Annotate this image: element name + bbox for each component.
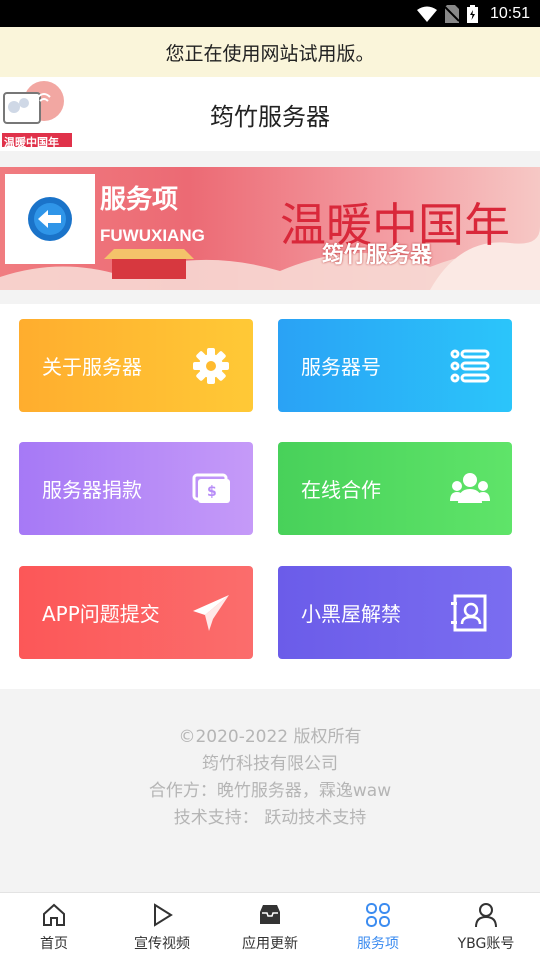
home-icon <box>43 903 65 926</box>
inbox-icon <box>260 905 280 924</box>
money-icon: $ <box>192 473 230 503</box>
page-footer: ©2020-2022 版权所有 筠竹科技有限公司 合作方：晚竹服务器，霖逸waw… <box>0 689 540 889</box>
tab-label: 宣传视频 <box>134 936 190 952</box>
service-banner: 服务项 FUWUXIANG 温暖中国年 筠竹服务器 <box>0 167 540 290</box>
app-header: 筠竹服务器 温暖中国年 <box>0 77 540 151</box>
clock: 10:51 <box>489 4 530 22</box>
logo-text: 温暖中国年 <box>4 136 59 149</box>
tile-label: 关于服务器 <box>42 355 142 379</box>
banner-title: 服务项 <box>100 185 179 215</box>
user-icon <box>475 903 497 928</box>
back-button[interactable] <box>5 174 95 264</box>
no-sim-icon <box>444 4 459 23</box>
trial-notice: 您正在使用网站试用版。 <box>0 27 540 77</box>
blacklist-unban-tile[interactable]: 小黑屋解禁 <box>278 566 512 659</box>
paper-plane-icon <box>193 595 229 631</box>
online-cooperation-tile[interactable]: 在线合作 <box>278 442 512 535</box>
tab-ybg-account[interactable]: YBG账号 <box>432 893 540 961</box>
about-server-tile[interactable]: 关于服务器 <box>19 319 253 412</box>
banner-brand: 筠竹服务器 <box>322 243 433 268</box>
app-issue-submit-tile[interactable]: APP问题提交 <box>19 566 253 659</box>
banner-heading: 服务项 FUWUXIANG <box>100 179 205 246</box>
back-arrow-icon <box>28 197 72 241</box>
tab-label: YBG账号 <box>457 936 515 952</box>
play-icon <box>154 903 173 927</box>
tile-label: APP问题提交 <box>42 602 160 626</box>
tile-label: 小黑屋解禁 <box>301 602 401 626</box>
wifi-icon <box>416 6 437 22</box>
support-text: 技术支持： 跃动技术支持 <box>173 808 367 828</box>
service-grid: 关于服务器 服务器号 服务器捐款 $ 在线合作 APP问题提交 小黑屋解禁 <box>0 304 540 689</box>
status-bar: 10:51 <box>0 0 540 27</box>
server-number-tile[interactable]: 服务器号 <box>278 319 512 412</box>
app-logo[interactable]: 温暖中国年 <box>0 79 74 149</box>
copyright-text: ©2020-2022 版权所有 <box>178 727 362 747</box>
tile-label: 服务器捐款 <box>42 478 142 502</box>
tab-home[interactable]: 首页 <box>0 893 108 961</box>
banner-subtitle: FUWUXIANG <box>100 226 205 245</box>
list-icon <box>450 349 490 383</box>
svg-text:$: $ <box>207 484 217 500</box>
contact-card-icon <box>451 594 487 632</box>
tab-label: 服务项 <box>357 936 399 952</box>
battery-icon <box>466 4 478 23</box>
tab-promo-video[interactable]: 宣传视频 <box>108 893 216 961</box>
tab-label: 首页 <box>40 936 68 952</box>
tile-label: 服务器号 <box>301 355 381 379</box>
tab-label: 应用更新 <box>242 936 298 952</box>
server-donation-tile[interactable]: 服务器捐款 $ <box>19 442 253 535</box>
gear-icon <box>193 348 229 384</box>
partners-text: 合作方：晚竹服务器，霖逸waw <box>148 781 392 801</box>
tab-app-update[interactable]: 应用更新 <box>216 893 324 961</box>
page-title: 筠竹服务器 <box>210 102 330 131</box>
team-icon <box>450 473 490 503</box>
tab-services[interactable]: 服务项 <box>324 893 432 961</box>
grid-icon <box>366 903 390 927</box>
tile-label: 在线合作 <box>301 478 381 502</box>
bottom-tab-bar: 首页 宣传视频 应用更新 服务项 YBG账号 <box>0 892 540 961</box>
company-text: 筠竹科技有限公司 <box>202 754 338 774</box>
